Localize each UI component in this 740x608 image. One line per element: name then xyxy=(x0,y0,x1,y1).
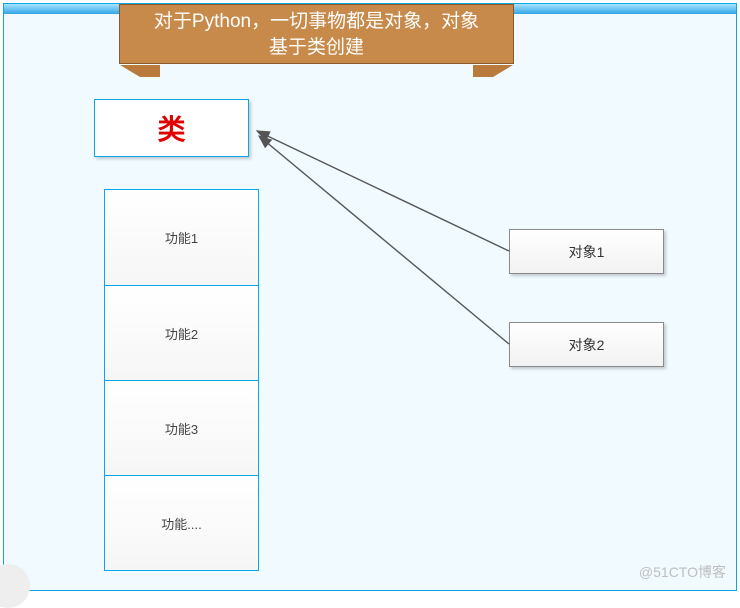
function-item: 功能1 xyxy=(105,190,258,285)
corner-dot xyxy=(0,564,30,608)
object-node-2-label: 对象2 xyxy=(569,335,605,355)
title-banner: 对于Python，一切事物都是对象，对象基于类创建 xyxy=(119,4,514,64)
banner-ribbon-right xyxy=(473,65,513,77)
arrow-obj2-to-class xyxy=(259,136,509,344)
object-node-1: 对象1 xyxy=(509,229,664,274)
class-node-label: 类 xyxy=(157,108,185,148)
function-label: 功能.... xyxy=(161,514,201,533)
class-node: 类 xyxy=(94,99,249,157)
function-item: 功能3 xyxy=(105,380,258,475)
object-node-1-label: 对象1 xyxy=(569,242,605,262)
watermark-text: @51CTO博客 xyxy=(639,562,726,582)
arrow-obj1-to-class xyxy=(257,131,509,251)
title-text: 对于Python，一切事物都是对象，对象基于类创建 xyxy=(154,11,479,58)
function-item: 功能.... xyxy=(105,475,258,570)
diagram-stage: 对于Python，一切事物都是对象，对象基于类创建 类 功能1 功能2 功能3 … xyxy=(3,3,737,591)
function-item: 功能2 xyxy=(105,285,258,380)
object-node-2: 对象2 xyxy=(509,322,664,367)
banner-ribbon-left xyxy=(120,65,160,77)
function-label: 功能1 xyxy=(165,228,198,247)
function-list: 功能1 功能2 功能3 功能.... xyxy=(104,189,259,571)
function-label: 功能2 xyxy=(165,324,198,343)
function-label: 功能3 xyxy=(165,419,198,438)
